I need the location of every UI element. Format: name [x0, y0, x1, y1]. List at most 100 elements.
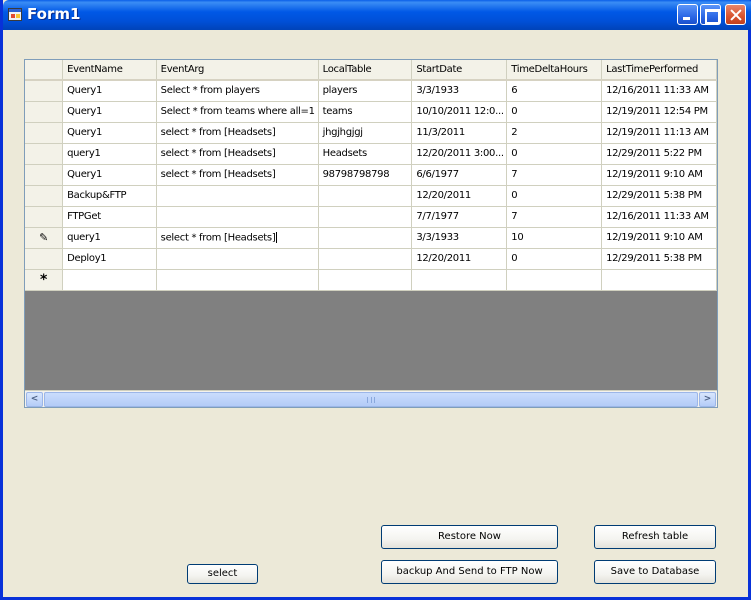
title-bar[interactable]: Form1 — [3, 0, 751, 30]
cell-eventarg[interactable] — [156, 269, 319, 291]
cell-timedeltahours[interactable]: 2 — [506, 122, 603, 144]
cell-eventarg[interactable] — [156, 206, 319, 228]
cell-timedeltahours[interactable]: 7 — [506, 164, 603, 186]
close-button[interactable] — [725, 4, 746, 25]
cell-startdate[interactable]: 10/10/2011 12:0... — [411, 101, 508, 123]
table-row[interactable]: ✎ query1 select * from [Headsets] 3/3/1933 1… — [25, 227, 717, 249]
row-header-cell[interactable] — [25, 248, 64, 270]
row-header-cell[interactable] — [25, 164, 64, 186]
cell-localtable[interactable]: jhgjhgjgj — [318, 122, 413, 144]
row-header-cell[interactable] — [25, 185, 64, 207]
cell-localtable[interactable]: Headsets — [318, 143, 413, 165]
cell-eventname[interactable]: Query1 — [62, 164, 157, 186]
table-row[interactable]: FTPGet 7/7/1977 7 12/16/2011 11:33 AM — [25, 206, 717, 228]
new-row[interactable]: * — [25, 269, 717, 291]
cell-lasttimeperformed[interactable]: 12/19/2011 9:10 AM — [601, 164, 717, 186]
cell-eventarg[interactable] — [156, 248, 319, 270]
scroll-right-button[interactable]: > — [699, 392, 716, 407]
cell-timedeltahours[interactable]: 10 — [506, 227, 603, 249]
cell-eventarg[interactable]: Select * from players — [156, 80, 319, 102]
cell-eventname[interactable]: query1 — [62, 227, 157, 249]
table-row[interactable]: Query1 select * from [Headsets] 9879879879… — [25, 164, 717, 186]
refresh-table-button[interactable]: Refresh table — [594, 525, 716, 549]
cell-eventname[interactable]: Query1 — [62, 101, 157, 123]
cell-eventarg[interactable] — [156, 185, 319, 207]
corner-header-cell[interactable] — [25, 60, 64, 81]
restore-now-button[interactable]: Restore Now — [381, 525, 558, 549]
row-header-cell[interactable] — [25, 101, 64, 123]
cell-startdate[interactable]: 12/20/2011 — [411, 248, 508, 270]
table-row[interactable]: Query1 select * from [Headsets] jhgjhgjgj 1… — [25, 122, 717, 144]
row-header-cell[interactable] — [25, 143, 64, 165]
cell-eventarg[interactable]: select * from [Headsets] — [156, 143, 319, 165]
table-row[interactable]: Query1 Select * from teams where all=1 tea… — [25, 101, 717, 123]
cell-eventname[interactable]: Deploy1 — [62, 248, 157, 270]
cell-eventarg[interactable]: select * from [Headsets] — [156, 227, 319, 249]
table-row[interactable]: Deploy1 12/20/2011 0 12/29/2011 5:38 PM — [25, 248, 717, 270]
column-header-lasttimeperformed[interactable]: LastTimePerformed — [601, 60, 717, 81]
row-header-cell[interactable] — [25, 206, 64, 228]
cell-lasttimeperformed[interactable]: 12/29/2011 5:22 PM — [601, 143, 717, 165]
events-datagrid[interactable]: EventName EventArg LocalTable StartDate … — [24, 59, 718, 408]
cell-timedeltahours[interactable]: 0 — [506, 248, 603, 270]
cell-eventname[interactable]: Query1 — [62, 122, 157, 144]
cell-startdate[interactable]: 11/3/2011 — [411, 122, 508, 144]
table-row[interactable]: query1 select * from [Headsets] Headsets 12… — [25, 143, 717, 165]
cell-lasttimeperformed[interactable] — [601, 269, 717, 291]
cell-lasttimeperformed[interactable]: 12/19/2011 9:10 AM — [601, 227, 717, 249]
cell-lasttimeperformed[interactable]: 12/16/2011 11:33 AM — [601, 80, 717, 102]
column-header-eventname[interactable]: EventName — [62, 60, 157, 81]
cell-lasttimeperformed[interactable]: 12/16/2011 11:33 AM — [601, 206, 717, 228]
cell-startdate[interactable]: 3/3/1933 — [411, 80, 508, 102]
cell-timedeltahours[interactable]: 0 — [506, 185, 603, 207]
row-header-cell[interactable] — [25, 80, 64, 102]
cell-eventname[interactable]: Backup&FTP — [62, 185, 157, 207]
cell-eventarg[interactable]: Select * from teams where all=1 — [156, 101, 319, 123]
cell-eventname[interactable]: FTPGet — [62, 206, 157, 228]
cell-localtable[interactable] — [318, 185, 413, 207]
cell-localtable[interactable]: 98798798798 — [318, 164, 413, 186]
row-header-cell[interactable]: ✎ — [25, 227, 64, 249]
cell-startdate[interactable]: 12/20/2011 3:00... — [411, 143, 508, 165]
scroll-left-button[interactable]: < — [26, 392, 43, 407]
cell-timedeltahours[interactable]: 7 — [506, 206, 603, 228]
cell-startdate[interactable] — [411, 269, 508, 291]
horizontal-scrollbar[interactable]: < > — [25, 390, 717, 407]
cell-eventarg[interactable]: select * from [Headsets] — [156, 164, 319, 186]
backup-and-send-ftp-button[interactable]: backup And Send to FTP Now — [381, 560, 558, 584]
minimize-button[interactable] — [677, 4, 698, 25]
cell-timedeltahours[interactable] — [506, 269, 603, 291]
column-header-startdate[interactable]: StartDate — [411, 60, 508, 81]
cell-localtable[interactable] — [318, 248, 413, 270]
row-header-cell[interactable] — [25, 122, 64, 144]
cell-localtable[interactable]: teams — [318, 101, 413, 123]
column-header-localtable[interactable]: LocalTable — [318, 60, 413, 81]
cell-eventname[interactable] — [62, 269, 157, 291]
table-row[interactable]: Query1 Select * from players players 3/3/19… — [25, 80, 717, 102]
cell-lasttimeperformed[interactable]: 12/29/2011 5:38 PM — [601, 248, 717, 270]
cell-eventname[interactable]: query1 — [62, 143, 157, 165]
maximize-button[interactable] — [700, 4, 721, 25]
cell-localtable[interactable]: players — [318, 80, 413, 102]
cell-lasttimeperformed[interactable]: 12/19/2011 12:54 PM — [601, 101, 717, 123]
column-header-timedeltahours[interactable]: TimeDeltaHours — [506, 60, 603, 81]
cell-localtable[interactable] — [318, 206, 413, 228]
cell-timedeltahours[interactable]: 0 — [506, 143, 603, 165]
cell-startdate[interactable]: 12/20/2011 — [411, 185, 508, 207]
select-button[interactable]: select — [187, 564, 258, 584]
row-header-cell[interactable]: * — [25, 269, 64, 291]
app-form-icon[interactable] — [8, 8, 22, 21]
cell-localtable[interactable] — [318, 269, 413, 291]
cell-localtable[interactable] — [318, 227, 413, 249]
cell-startdate[interactable]: 7/7/1977 — [411, 206, 508, 228]
column-header-eventarg[interactable]: EventArg — [156, 60, 319, 81]
cell-lasttimeperformed[interactable]: 12/29/2011 5:38 PM — [601, 185, 717, 207]
cell-timedeltahours[interactable]: 0 — [506, 101, 603, 123]
cell-timedeltahours[interactable]: 6 — [506, 80, 603, 102]
save-to-database-button[interactable]: Save to Database — [594, 560, 716, 584]
cell-startdate[interactable]: 3/3/1933 — [411, 227, 508, 249]
cell-eventname[interactable]: Query1 — [62, 80, 157, 102]
cell-startdate[interactable]: 6/6/1977 — [411, 164, 508, 186]
table-row[interactable]: Backup&FTP 12/20/2011 0 12/29/2011 5:38 PM — [25, 185, 717, 207]
cell-eventarg[interactable]: select * from [Headsets] — [156, 122, 319, 144]
